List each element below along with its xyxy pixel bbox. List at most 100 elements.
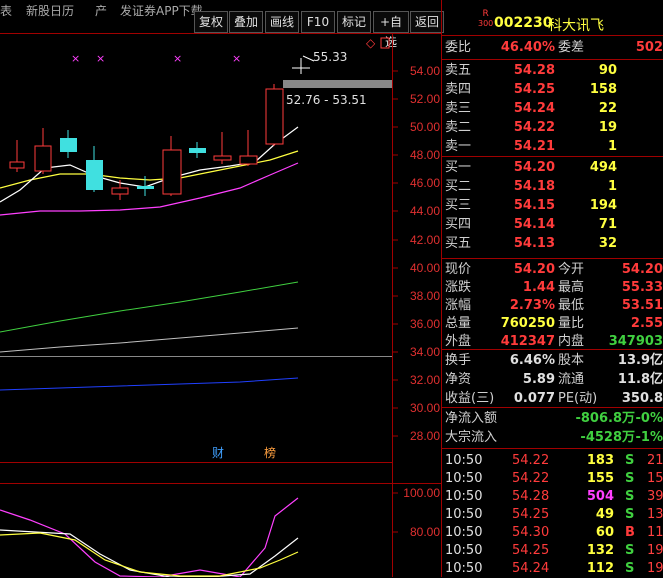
rank-badge[interactable]: 榜 <box>264 444 276 461</box>
fund-value-2: 11.8亿 <box>617 372 663 387</box>
tick-direction: S <box>625 453 635 468</box>
fund-label: 换手 <box>445 353 472 368</box>
kline-chart[interactable]: × × × × ◇ <box>0 0 442 577</box>
bid-label: 买五 <box>445 236 472 251</box>
ask-volume: 158 <box>589 82 617 97</box>
ask-price: 54.24 <box>513 101 555 116</box>
ask-volume: 1 <box>607 139 617 154</box>
tick-count: 19 <box>647 561 663 576</box>
stat-row[interactable]: 涨跌 1.44 最高 55.33 <box>442 278 663 297</box>
fund-value: 0.077 <box>513 391 555 406</box>
stat-row[interactable]: 涨幅 2.73% 最低 53.51 <box>442 296 663 315</box>
tick-volume: 155 <box>586 471 614 486</box>
tick-count: 21 <box>647 453 663 468</box>
candle <box>265 88 284 145</box>
ask-row[interactable]: 卖四 54.25 158 <box>442 80 663 99</box>
tick-row[interactable]: 10:50 54.25 49 S 13 <box>442 505 663 524</box>
tick-time: 10:50 <box>445 489 483 504</box>
event-marker-4: × <box>232 52 241 65</box>
indicator-axis-label: 100.00 <box>403 486 440 500</box>
tick-row[interactable]: 10:50 54.22 155 S 15 <box>442 469 663 488</box>
bid-row[interactable]: 买一 54.20 494 <box>442 158 663 177</box>
bid-row[interactable]: 买四 54.14 71 <box>442 215 663 234</box>
fund-label: 收益(三) <box>445 391 495 406</box>
flow-label: 大宗流入 <box>445 430 498 445</box>
bid-row[interactable]: 买二 54.18 1 <box>442 177 663 196</box>
stat-label: 涨幅 <box>445 298 472 313</box>
stat-value: 1.44 <box>522 280 555 295</box>
ask-row[interactable]: 卖三 54.24 22 <box>442 99 663 118</box>
price-axis-label: 32.00 <box>409 373 440 387</box>
candle <box>86 160 103 190</box>
fund-flow-row[interactable]: 大宗流入 -4528万 -1% <box>442 428 663 447</box>
ask-label: 卖一 <box>445 139 472 154</box>
ma250-line <box>0 377 299 391</box>
fund-value: 6.46% <box>509 353 555 368</box>
bid-row[interactable]: 买三 54.15 194 <box>442 196 663 215</box>
candle <box>34 145 52 172</box>
price-axis-label: 44.00 <box>409 204 440 218</box>
event-markers: × × × × <box>71 52 241 65</box>
fund-label-2: 股本 <box>558 353 585 368</box>
indicator-line-yellow <box>0 532 299 577</box>
tick-volume: 132 <box>586 543 614 558</box>
tick-row[interactable]: 10:50 54.22 183 S 21 <box>442 451 663 470</box>
flow-percent: -0% <box>635 411 663 426</box>
indicator-line-magenta <box>0 497 299 577</box>
tick-price: 54.28 <box>512 489 550 504</box>
bid-volume: 1 <box>607 179 617 194</box>
fundamental-row[interactable]: 收益(三) 0.077 PE(动) 350.8 <box>442 389 663 408</box>
flow-percent: -1% <box>635 430 663 445</box>
stat-value: 2.73% <box>509 298 555 313</box>
tick-row[interactable]: 10:50 54.30 60 B 11 <box>442 523 663 542</box>
tick-row[interactable]: 10:50 54.24 112 S 19 <box>442 559 663 578</box>
stat-label-2: 最低 <box>558 298 585 313</box>
r-badge: R 300 <box>478 9 494 29</box>
ask-label: 卖四 <box>445 82 472 97</box>
price-axis-label: 52.00 <box>409 92 440 106</box>
ask-row[interactable]: 卖二 54.22 19 <box>442 118 663 137</box>
bid-price: 54.13 <box>513 236 555 251</box>
event-marker-3: × <box>173 52 182 65</box>
price-axis-label: 46.00 <box>409 176 440 190</box>
stat-value-2: 55.33 <box>621 280 663 295</box>
ask-volume: 19 <box>598 120 617 135</box>
stat-label-2: 今开 <box>558 262 585 277</box>
tick-price: 54.22 <box>512 471 550 486</box>
bid-volume: 32 <box>598 236 617 251</box>
tick-volume: 49 <box>595 507 614 522</box>
tick-row[interactable]: 10:50 54.25 132 S 19 <box>442 541 663 560</box>
ask-price: 54.25 <box>513 82 555 97</box>
fund-value: 5.89 <box>522 372 555 387</box>
ask-label: 卖三 <box>445 101 472 116</box>
stat-label: 涨跌 <box>445 280 472 295</box>
price-axis-label: 36.00 <box>409 317 440 331</box>
finance-badge[interactable]: 财 <box>212 444 224 461</box>
bid-row[interactable]: 买五 54.13 32 <box>442 234 663 253</box>
flow-value: -806.8万 <box>575 411 635 426</box>
tick-volume: 183 <box>586 453 614 468</box>
tick-time: 10:50 <box>445 561 483 576</box>
tick-time: 10:50 <box>445 543 483 558</box>
tick-direction: S <box>625 561 635 576</box>
stat-row[interactable]: 总量 760250 量比 2.55 <box>442 314 663 333</box>
fundamental-row[interactable]: 净资 5.89 流通 11.8亿 <box>442 370 663 389</box>
bid-price: 54.15 <box>513 198 555 213</box>
ask-volume: 90 <box>598 63 617 78</box>
ask-row[interactable]: 卖一 54.21 1 <box>442 137 663 156</box>
tick-time: 10:50 <box>445 507 483 522</box>
ask-price: 54.21 <box>513 139 555 154</box>
ask-row[interactable]: 卖五 54.28 90 <box>442 61 663 80</box>
flow-value: -4528万 <box>580 430 635 445</box>
ask-label: 卖二 <box>445 120 472 135</box>
fund-value-2: 350.8 <box>621 391 663 406</box>
tick-count: 15 <box>647 471 663 486</box>
fund-flow-row[interactable]: 净流入额 -806.8万 -0% <box>442 409 663 428</box>
tick-price: 54.30 <box>512 525 550 540</box>
tick-row[interactable]: 10:50 54.28 504 S 39 <box>442 487 663 506</box>
stat-label-2: 量比 <box>558 316 585 331</box>
stat-row[interactable]: 现价 54.20 今开 54.20 <box>442 260 663 279</box>
bid-volume: 494 <box>589 160 617 175</box>
fundamental-row[interactable]: 换手 6.46% 股本 13.9亿 <box>442 351 663 370</box>
bid-volume: 71 <box>598 217 617 232</box>
